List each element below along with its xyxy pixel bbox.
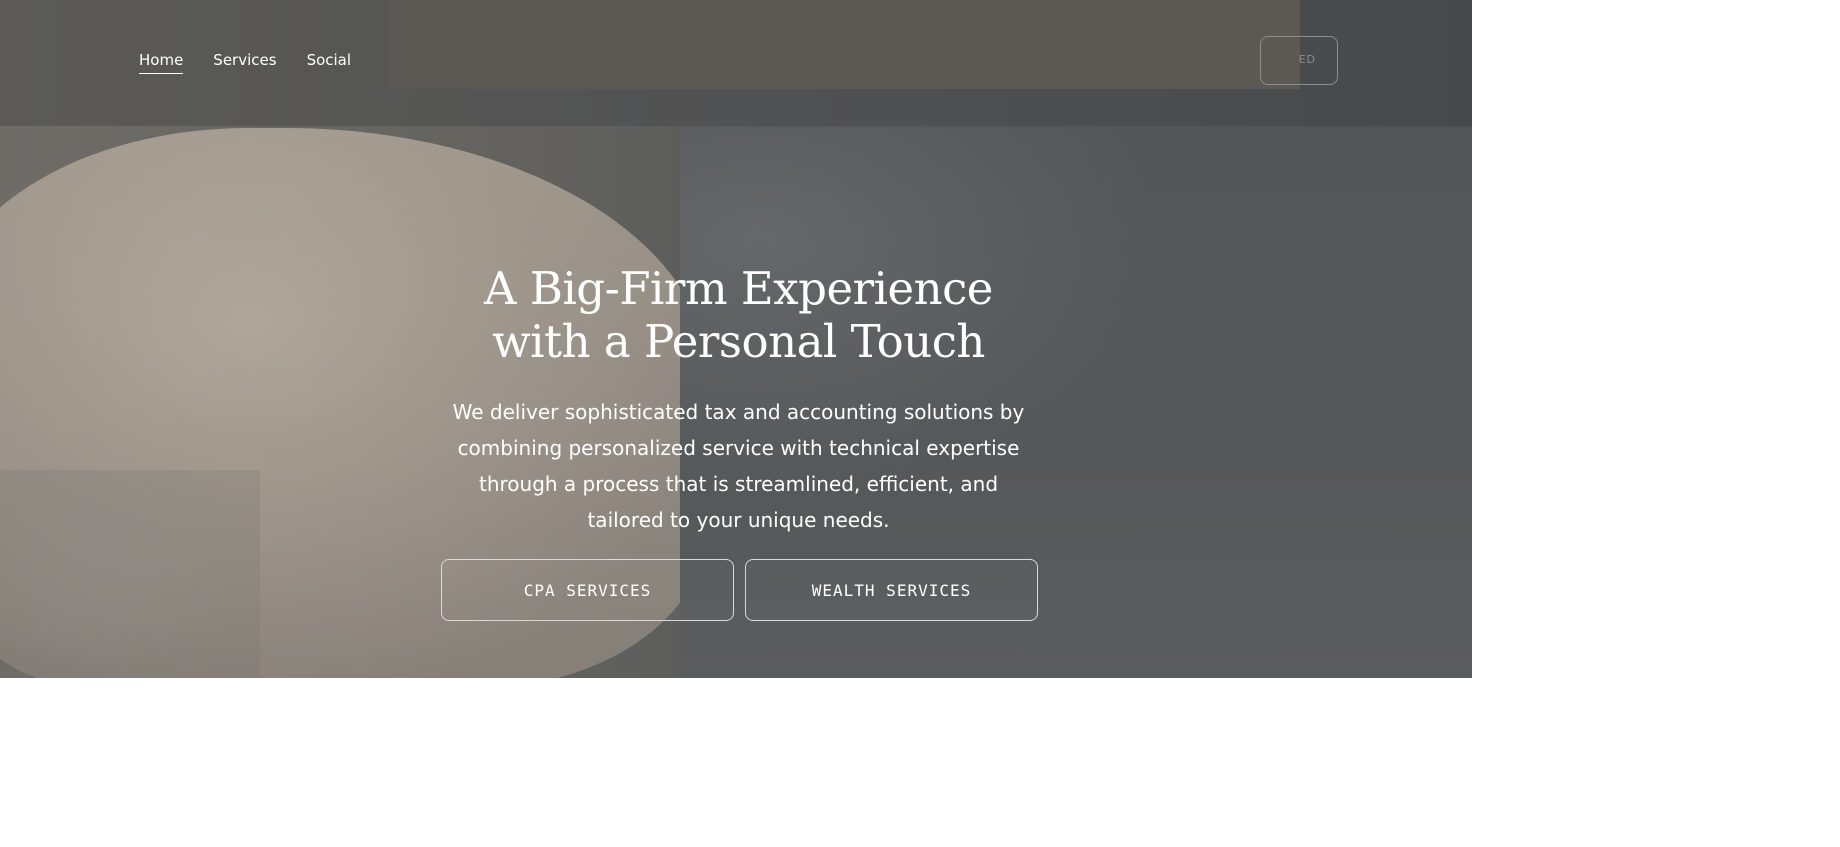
hero-title: A Big-Firm Experience with a Personal To… xyxy=(484,262,993,368)
get-started-button-label: ED xyxy=(1298,53,1316,66)
hero-section: Home Services Social ED A Big-Firm Exper… xyxy=(0,0,1472,678)
get-started-button[interactable]: ED xyxy=(1260,36,1338,85)
hero-content: A Big-Firm Experience with a Personal To… xyxy=(440,262,1037,538)
main-nav: Home Services Social xyxy=(139,51,351,74)
cpa-services-button[interactable]: CPA SERVICES xyxy=(441,559,734,621)
nav-services[interactable]: Services xyxy=(213,51,276,74)
site-header: Home Services Social ED xyxy=(0,0,1472,126)
page: Home Services Social ED A Big-Firm Exper… xyxy=(0,0,1840,847)
hero-subtitle: We deliver sophisticated tax and account… xyxy=(452,400,1025,532)
nav-social[interactable]: Social xyxy=(307,51,351,74)
nav-home[interactable]: Home xyxy=(139,51,184,74)
header-overlay-panel xyxy=(388,0,1300,89)
wealth-services-button[interactable]: WEALTH SERVICES xyxy=(745,559,1038,621)
hero-buttons: CPA SERVICES WEALTH SERVICES xyxy=(441,559,1038,621)
hero-background-sand xyxy=(0,470,260,678)
